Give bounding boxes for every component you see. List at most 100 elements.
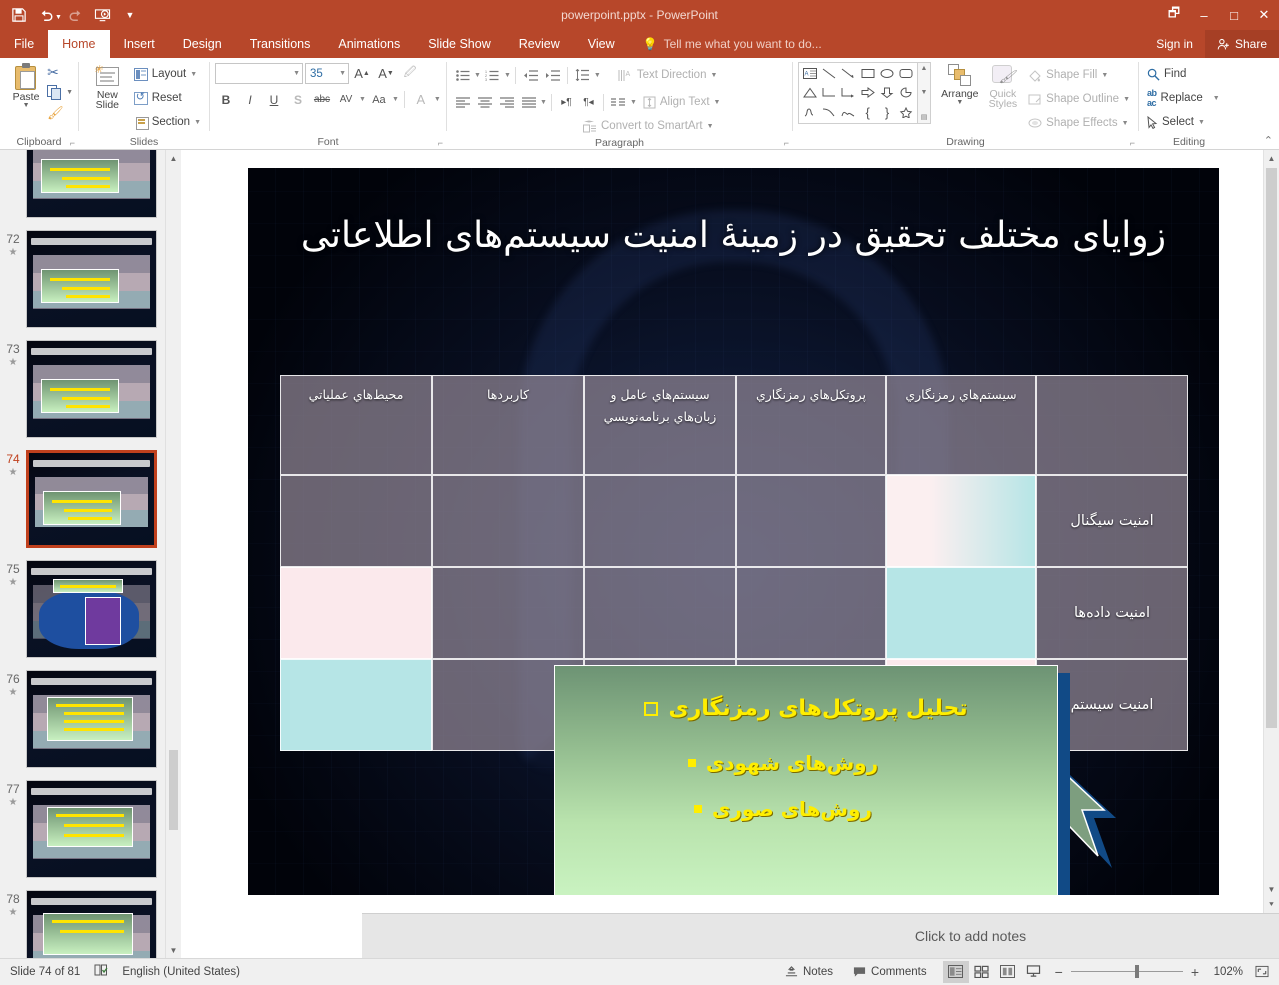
triangle-shape-icon[interactable] xyxy=(800,83,819,102)
slide-scroll-next-slide-icon[interactable]: ⯆ xyxy=(1264,897,1279,913)
font-name-input[interactable]: ▼ xyxy=(215,63,303,84)
columns-icon[interactable] xyxy=(608,92,629,112)
slide-sorter-view-button[interactable] xyxy=(969,961,995,983)
slide-scroll-down-icon[interactable]: ▼ xyxy=(1264,881,1279,897)
quick-styles-button[interactable]: 🖌 Quick Styles xyxy=(983,62,1024,110)
character-spacing-button[interactable]: AV xyxy=(335,89,357,110)
tab-slide-show[interactable]: Slide Show xyxy=(414,30,505,58)
bullets-icon[interactable] xyxy=(452,65,473,85)
tab-review[interactable]: Review xyxy=(505,30,574,58)
rounded-rectangle-shape-icon[interactable] xyxy=(897,64,916,83)
decrease-indent-icon[interactable] xyxy=(520,65,541,85)
section-button[interactable]: Section ▼ xyxy=(131,111,204,133)
shape-outline-button[interactable]: Shape Outline ▼ xyxy=(1025,88,1133,110)
format-painter-icon[interactable]: 🖌 xyxy=(47,105,64,121)
layout-dropdown-icon[interactable]: ▼ xyxy=(190,71,197,78)
slide-thumbnail-74[interactable]: 74 ★ xyxy=(0,444,181,554)
font-name-dropdown-icon[interactable]: ▼ xyxy=(293,70,300,77)
increase-font-size-icon[interactable]: A ▲ xyxy=(351,63,373,84)
line-shape-icon[interactable] xyxy=(819,64,838,83)
notes-button[interactable]: Notes xyxy=(775,959,843,985)
oval-shape-icon[interactable] xyxy=(877,64,896,83)
text-direction-button[interactable]: A Text Direction ▼ xyxy=(615,64,721,86)
star-shape-icon[interactable] xyxy=(897,103,916,122)
section-dropdown-icon[interactable]: ▼ xyxy=(194,119,201,126)
font-dialog-launcher-icon[interactable]: ⌐ xyxy=(438,138,443,148)
align-left-icon[interactable] xyxy=(452,92,473,112)
rtl-direction-icon[interactable]: ¶◂ xyxy=(578,92,599,112)
bold-button[interactable]: B xyxy=(215,89,237,110)
tell-me-box[interactable]: 💡 Tell me what you want to do... xyxy=(629,30,822,58)
freeform-shape-icon[interactable] xyxy=(839,103,858,122)
slide-thumbnail-73[interactable]: 73 ★ xyxy=(0,334,181,444)
notes-pane[interactable]: Click to add notes xyxy=(362,913,1279,958)
slide-thumbnail-77[interactable]: 77 ★ xyxy=(0,774,181,884)
slide-thumbnail-76[interactable]: 76 ★ xyxy=(0,664,181,774)
sign-in-button[interactable]: Sign in xyxy=(1144,30,1205,58)
slide-thumbnail-78[interactable]: 78 ★ xyxy=(0,884,181,958)
tab-animations[interactable]: Animations xyxy=(324,30,414,58)
slide-thumbnail-71[interactable]: 71★ xyxy=(0,150,181,224)
ribbon-display-options-icon[interactable]: 🗗 xyxy=(1159,0,1189,30)
collapse-ribbon-icon[interactable]: ⌃ xyxy=(1264,134,1273,147)
slide-thumbnail-75[interactable]: 75 ★ xyxy=(0,554,181,664)
shapes-gallery[interactable]: A { } xyxy=(798,62,918,124)
slide-title[interactable]: زوایای مختلف تحقیق در زمینهٔ امنیت سیستم… xyxy=(288,190,1179,282)
minimize-button[interactable]: – xyxy=(1189,0,1219,30)
share-button[interactable]: Share xyxy=(1204,30,1279,58)
tab-view[interactable]: View xyxy=(574,30,629,58)
slide-vertical-scrollbar[interactable]: ▲ ▼ ⯆ xyxy=(1263,150,1279,913)
shape-fill-button[interactable]: Shape Fill ▼ xyxy=(1025,64,1133,86)
increase-indent-icon[interactable] xyxy=(542,65,563,85)
slide-thumbnail-72[interactable]: 72 ★ xyxy=(0,224,181,334)
replace-dropdown-icon[interactable]: ▼ xyxy=(1213,95,1220,102)
current-slide[interactable]: زوایای مختلف تحقیق در زمینهٔ امنیت سیستم… xyxy=(248,168,1219,895)
layout-button[interactable]: Layout ▼ xyxy=(131,63,204,85)
right-brace-shape-icon[interactable]: } xyxy=(877,103,896,122)
arrow-shape-icon[interactable] xyxy=(839,64,858,83)
align-center-icon[interactable] xyxy=(474,92,495,112)
shapes-scroll-up-icon[interactable]: ▲ xyxy=(921,65,928,72)
zoom-slider-track[interactable] xyxy=(1070,965,1183,978)
thumbnail-pane-scrollbar[interactable]: ▲ ▼ xyxy=(165,150,181,958)
slide-scroll-up-icon[interactable]: ▲ xyxy=(1264,150,1279,166)
decrease-font-size-icon[interactable]: A ▼ xyxy=(375,63,397,84)
elbow-arrow-connector-icon[interactable] xyxy=(839,83,858,102)
slide-scroll-thumb[interactable] xyxy=(1266,168,1277,728)
drawing-dialog-launcher-icon[interactable]: ⌐ xyxy=(1130,138,1135,148)
new-slide-button[interactable]: ✳ New Slide xyxy=(84,61,131,111)
align-text-button[interactable]: Align Text ▼ xyxy=(640,91,724,113)
scribble-shape-icon[interactable] xyxy=(800,103,819,122)
restore-button[interactable]: □ xyxy=(1219,0,1249,30)
shape-effects-button[interactable]: Shape Effects ▼ xyxy=(1025,112,1133,134)
font-color-dropdown-icon[interactable]: ▼ xyxy=(434,96,441,103)
callout-box[interactable]: تحلیل پروتکل‌های رمزنگاری روش‌های شهودی … xyxy=(554,665,1058,895)
paragraph-dialog-launcher-icon[interactable]: ⌐ xyxy=(784,138,789,148)
justify-dropdown-icon[interactable]: ▼ xyxy=(540,99,547,106)
tab-file[interactable]: File xyxy=(0,30,49,58)
thumbnail-scroll-up-icon[interactable]: ▲ xyxy=(166,150,181,166)
text-shadow-button[interactable]: S xyxy=(287,89,309,110)
slide-counter[interactable]: Slide 74 of 81 xyxy=(10,966,80,978)
reset-button[interactable]: Reset xyxy=(131,87,204,109)
start-slideshow-icon[interactable] xyxy=(90,3,116,27)
font-color-button[interactable]: A xyxy=(410,89,432,110)
rectangle-shape-icon[interactable] xyxy=(858,64,877,83)
right-arrow-shape-icon[interactable] xyxy=(858,83,877,102)
find-button[interactable]: Find xyxy=(1144,63,1189,85)
replace-button[interactable]: ab ac Replace ▼ xyxy=(1144,87,1223,109)
zoom-percentage[interactable]: 102% xyxy=(1207,966,1243,978)
left-brace-shape-icon[interactable]: { xyxy=(858,103,877,122)
tab-home[interactable]: Home xyxy=(48,30,110,58)
line-spacing-icon[interactable] xyxy=(572,65,593,85)
copy-icon[interactable] xyxy=(47,85,63,100)
numbering-icon[interactable]: 123 xyxy=(482,65,503,85)
elbow-connector-icon[interactable] xyxy=(819,83,838,102)
font-size-input[interactable]: 35 ▼ xyxy=(305,63,349,84)
bullets-dropdown-icon[interactable]: ▼ xyxy=(474,72,481,79)
reading-view-button[interactable] xyxy=(995,961,1021,983)
columns-dropdown-icon[interactable]: ▼ xyxy=(630,99,637,106)
tab-design[interactable]: Design xyxy=(169,30,236,58)
zoom-control[interactable]: − + 102% xyxy=(1047,964,1251,980)
language-indicator[interactable]: English (United States) xyxy=(122,966,240,978)
